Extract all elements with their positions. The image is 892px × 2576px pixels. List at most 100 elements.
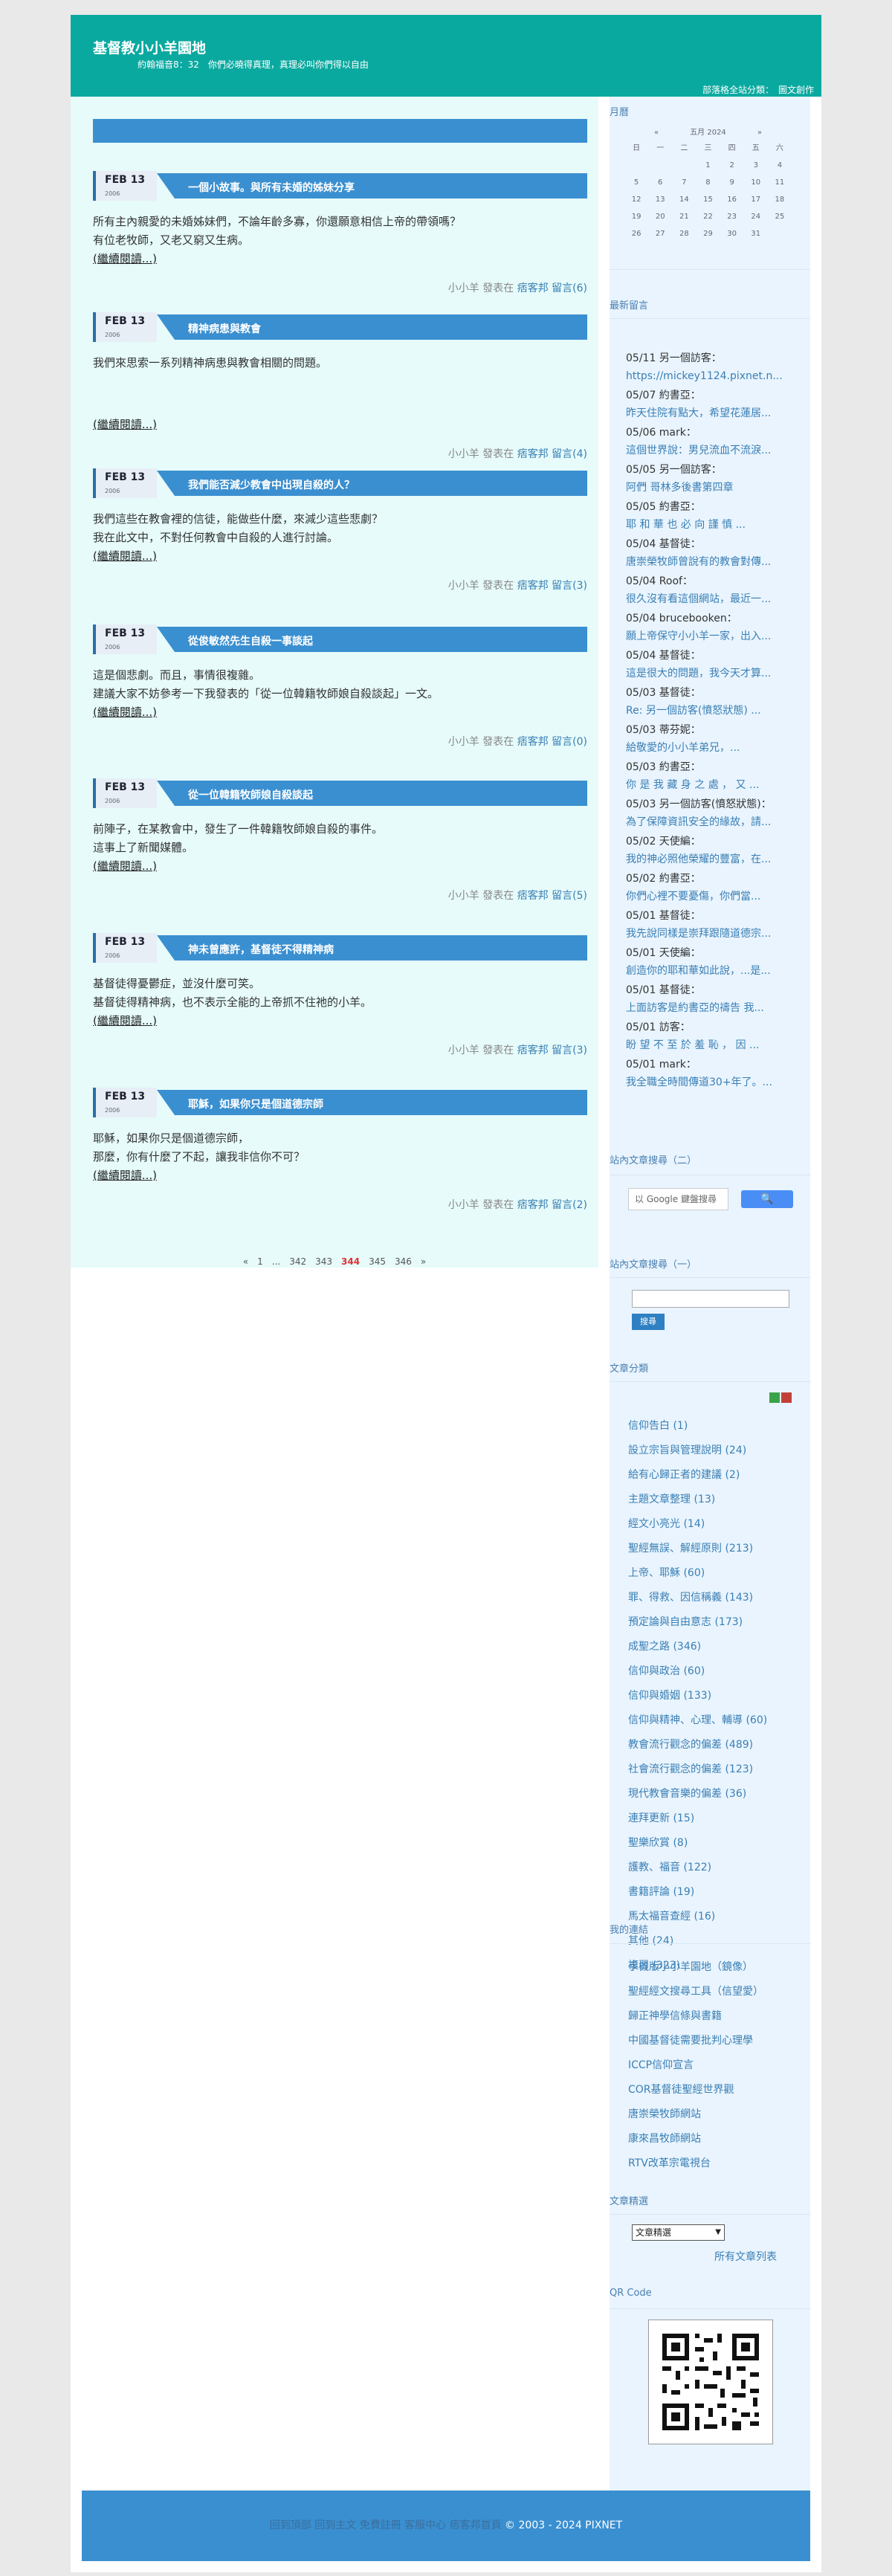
category-item[interactable]: 信仰與婚姻 (133)	[628, 1684, 807, 1708]
category-item[interactable]: 給有心歸正者的建議 (2)	[628, 1463, 807, 1488]
calendar-day[interactable]: 2	[720, 157, 744, 174]
category-item[interactable]: 信仰告白 (1)	[628, 1414, 807, 1439]
category-item[interactable]: 設立宗旨與管理說明 (24)	[628, 1439, 807, 1463]
comment-count[interactable]: (0)	[572, 736, 587, 748]
calendar-day[interactable]: 10	[744, 174, 768, 191]
pager-item[interactable]: 345	[369, 1256, 386, 1267]
comment-count[interactable]: (4)	[572, 448, 587, 460]
read-more-link[interactable]: (繼續閱讀...)	[93, 857, 157, 876]
article-title[interactable]: 耶穌，如果你只是個道德宗師	[188, 1097, 323, 1111]
comment-text-link[interactable]: 很久沒有看這個網站，最近一...	[626, 590, 808, 608]
category-item[interactable]: 社會流行觀念的偏差 (123)	[628, 1757, 807, 1782]
calendar-day[interactable]: 18	[768, 191, 792, 208]
blog-title[interactable]: 基督教小小羊園地	[93, 37, 206, 57]
comment-text-link[interactable]: https://mickey1124.pixnet.n...	[626, 367, 808, 385]
pager-item[interactable]: 342	[289, 1256, 306, 1267]
read-more-link[interactable]: (繼續閱讀...)	[93, 1012, 157, 1030]
calendar-next-button[interactable]: »	[757, 126, 762, 140]
calendar-day[interactable]: 4	[768, 157, 792, 174]
calendar-day[interactable]: 15	[696, 191, 720, 208]
calendar-day[interactable]: 22	[696, 208, 720, 225]
calendar-day[interactable]: 27	[648, 225, 672, 242]
featured-articles-select[interactable]: 文章精選 ▼	[632, 2224, 725, 2241]
google-search-input[interactable]: 以 Google 鍵盤搜尋	[628, 1188, 728, 1210]
external-link[interactable]: 唐崇榮牧師網站	[628, 2102, 807, 2127]
pager-item[interactable]: 346	[395, 1256, 412, 1267]
article-title[interactable]: 從一位韓籍牧師娘自殺談起	[188, 787, 313, 802]
calendar-day[interactable]: 3	[744, 157, 768, 174]
comment-text-link[interactable]: 昨天住院有點大，希望花蓮居...	[626, 404, 808, 422]
pager-item[interactable]: 343	[315, 1256, 332, 1267]
read-more-link[interactable]: (繼續閱讀...)	[93, 250, 157, 268]
external-link[interactable]: 手機版小小羊園地（鏡像）	[628, 1955, 807, 1980]
header-link-art[interactable]: 圖文創作	[778, 85, 814, 95]
article-title[interactable]: 神未曾應許，基督徒不得精神病	[188, 942, 334, 957]
comment-text-link[interactable]: 為了保障資訊安全的緣故，請...	[626, 813, 808, 831]
comment-text-link[interactable]: 我的神必照他榮耀的豐富，在...	[626, 850, 808, 868]
category-item[interactable]: 馬太福音查經 (16)	[628, 1905, 807, 1929]
category-item[interactable]: 聖樂欣賞 (8)	[628, 1831, 807, 1856]
site-search-input[interactable]	[632, 1290, 789, 1308]
comment-link[interactable]: 痞客邦 留言	[517, 1199, 572, 1211]
comment-text-link[interactable]: 創造你的耶和華如此說，...是...	[626, 962, 808, 980]
comment-link[interactable]: 痞客邦 留言	[517, 580, 572, 592]
category-item[interactable]: 經文小亮光 (14)	[628, 1512, 807, 1537]
calendar-day[interactable]: 30	[720, 225, 744, 242]
calendar-day[interactable]: 7	[672, 174, 696, 191]
external-link[interactable]: RTV改革宗電視台	[628, 2151, 807, 2176]
comment-count[interactable]: (3)	[572, 1045, 587, 1056]
pager-item[interactable]: 344	[341, 1256, 360, 1267]
comment-text-link[interactable]: 願上帝保守小小羊一家，出入...	[626, 627, 808, 645]
external-link[interactable]: COR基督徒聖經世界觀	[628, 2078, 807, 2102]
calendar-day[interactable]: 25	[768, 208, 792, 225]
comment-link[interactable]: 痞客邦 留言	[517, 448, 572, 460]
category-item[interactable]: 其他 (24)	[628, 1929, 807, 1954]
calendar-day[interactable]: 28	[672, 225, 696, 242]
calendar-day[interactable]: 17	[744, 191, 768, 208]
category-item[interactable]: 預定論與自由意志 (173)	[628, 1610, 807, 1635]
calendar-day[interactable]: 8	[696, 174, 720, 191]
category-item[interactable]: 罪、得救、因信稱義 (143)	[628, 1586, 807, 1610]
category-item[interactable]: 信仰與精神、心理、輔導 (60)	[628, 1708, 807, 1733]
calendar-day[interactable]: 11	[768, 174, 792, 191]
read-more-link[interactable]: (繼續閱讀...)	[93, 1166, 157, 1185]
comment-count[interactable]: (2)	[572, 1199, 587, 1211]
calendar-day[interactable]: 16	[720, 191, 744, 208]
comment-text-link[interactable]: 我全職全時間傳道30+年了。...	[626, 1074, 808, 1091]
article-title[interactable]: 我們能否減少教會中出現自殺的人？	[188, 477, 355, 492]
category-item[interactable]: 書籍評論 (19)	[628, 1880, 807, 1905]
read-more-link[interactable]: (繼續閱讀...)	[93, 703, 157, 722]
comment-count[interactable]: (6)	[572, 283, 587, 294]
comment-text-link[interactable]: 你們心裡不要憂傷，你們當...	[626, 888, 808, 906]
category-item[interactable]: 聖經無誤、解經原則 (213)	[628, 1537, 807, 1561]
comment-text-link[interactable]: 我先說同樣是崇拜跟隨道德宗...	[626, 925, 808, 943]
article-title[interactable]: 從俊敏然先生自殺一事談起	[188, 633, 313, 648]
article-title[interactable]: 一個小故事。與所有未婚的姊妹分享	[188, 180, 355, 195]
calendar-day[interactable]: 29	[696, 225, 720, 242]
category-item[interactable]: 教會流行觀念的偏差 (489)	[628, 1733, 807, 1757]
category-item[interactable]: 連拜更新 (15)	[628, 1807, 807, 1831]
calendar-day[interactable]: 23	[720, 208, 744, 225]
footer-links[interactable]: 回到頂部 回到主文 免費註冊 客服中心 痞客邦首頁	[270, 2519, 502, 2531]
comment-text-link[interactable]: 耶 和 華 也 必 向 謹 慎 ...	[626, 516, 808, 534]
external-link[interactable]: 歸正神學信條與書籍	[628, 2004, 807, 2029]
read-more-link[interactable]: (繼續閱讀...)	[93, 547, 157, 566]
comment-link[interactable]: 痞客邦 留言	[517, 283, 572, 294]
read-more-link[interactable]: (繼續閱讀...)	[93, 416, 157, 434]
comment-count[interactable]: (5)	[572, 890, 587, 902]
calendar-day[interactable]: 1	[696, 157, 720, 174]
calendar-day[interactable]: 5	[624, 174, 648, 191]
google-search-button[interactable]: 🔍	[741, 1190, 793, 1208]
comment-text-link[interactable]: 這是很大的問題，我今天才算...	[626, 665, 808, 682]
comment-text-link[interactable]: 盼 望 不 至 於 羞 恥 ， 因 ...	[626, 1036, 808, 1054]
comment-count[interactable]: (3)	[572, 580, 587, 592]
category-item[interactable]: 現代教會音樂的偏差 (36)	[628, 1782, 807, 1807]
calendar-day[interactable]: 9	[720, 174, 744, 191]
comment-link[interactable]: 痞客邦 留言	[517, 1045, 572, 1056]
external-link[interactable]: 中國基督徒需要批判心理學	[628, 2029, 807, 2053]
category-item[interactable]: 主題文章整理 (13)	[628, 1488, 807, 1512]
external-link[interactable]: 聖經經文搜尋工具（信望愛）	[628, 1980, 807, 2004]
expand-icon[interactable]	[769, 1392, 780, 1403]
comment-text-link[interactable]: 唐崇榮牧師曾說有的教會對傳...	[626, 553, 808, 571]
category-item[interactable]: 信仰與政治 (60)	[628, 1659, 807, 1684]
